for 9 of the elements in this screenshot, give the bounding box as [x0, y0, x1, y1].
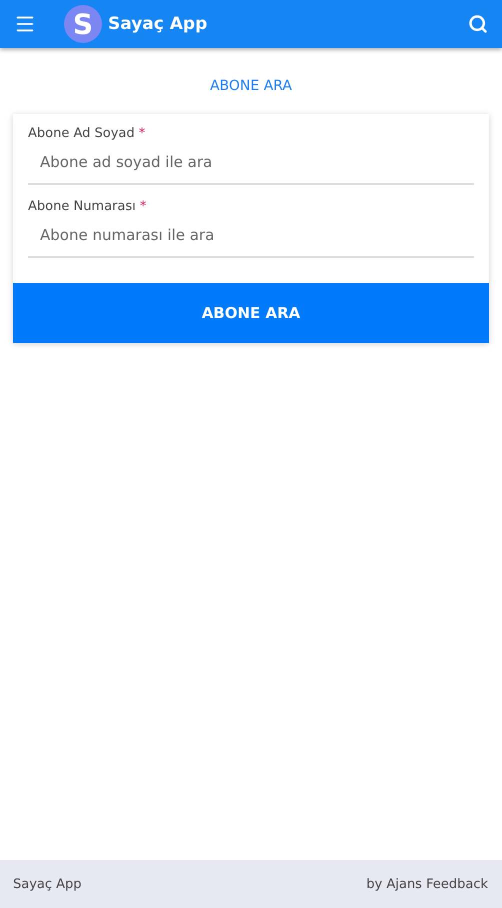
- footer-app-name: Sayaç App: [13, 876, 82, 892]
- field-label: Abone Ad Soyad *: [28, 126, 146, 141]
- page-title: ABONE ARA: [208, 78, 294, 94]
- footer-credit: by Ajans Feedback: [366, 876, 488, 892]
- search-icon[interactable]: [468, 14, 488, 34]
- app-title: Sayaç App: [108, 14, 208, 34]
- app-logo: S: [64, 5, 102, 43]
- search-button[interactable]: ABONE ARA: [13, 283, 489, 343]
- field-label: Abone Numarası *: [28, 199, 148, 214]
